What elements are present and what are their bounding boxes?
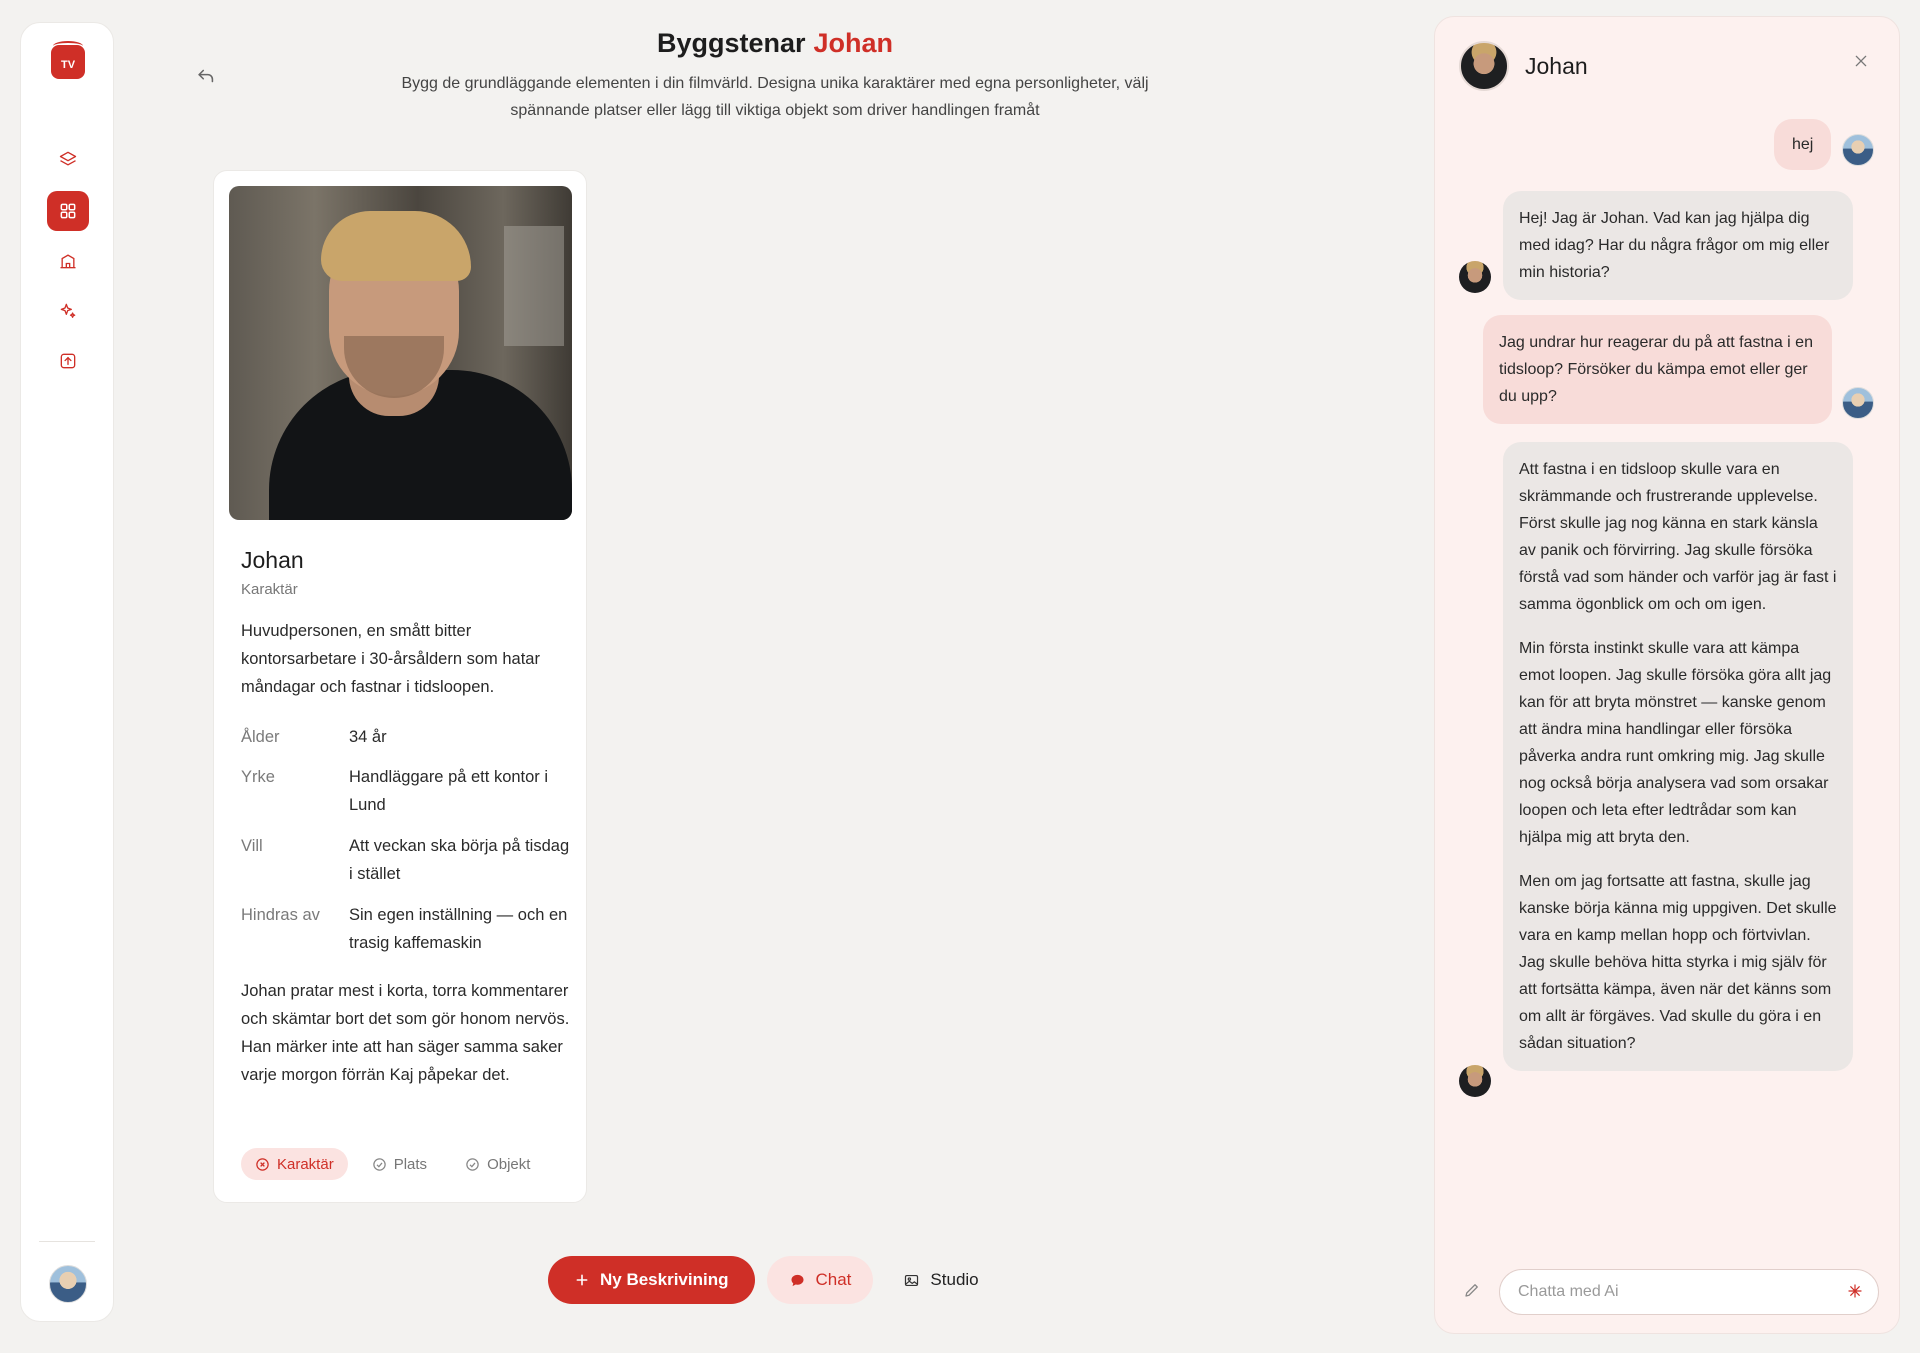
character-name: Johan	[241, 547, 304, 573]
attribute-row-obstacle: Hindras av Sin egen inställning — och en…	[241, 901, 571, 957]
attribute-value: Sin egen inställning — och en trasig kaf…	[349, 906, 568, 952]
chat-panel: Johan hej Hej! Jag är Johan. Vad kan jag…	[1434, 16, 1900, 1334]
message-paragraph: Men om jag fortsatte att fastna, skulle …	[1519, 873, 1837, 1052]
bot-avatar-small	[1459, 261, 1491, 293]
user-avatar-small	[1842, 387, 1874, 419]
back-button[interactable]	[192, 62, 220, 90]
message-paragraph: Hej! Jag är Johan. Vad kan jag hjälpa di…	[1519, 210, 1830, 281]
character-description: Huvudpersonen, en smått bitter kontorsar…	[241, 622, 540, 696]
new-description-label: Ny Beskrivining	[600, 1270, 729, 1289]
attribute-value: 34 år	[349, 728, 387, 746]
close-circle-icon	[256, 1157, 269, 1171]
tag-character[interactable]: Karaktär	[241, 1148, 348, 1180]
tag-label: Karaktär	[277, 1155, 334, 1173]
sidebar-item-places[interactable]	[47, 241, 89, 281]
page-title-main: Byggstenar	[656, 28, 806, 58]
attribute-label: Yrke	[241, 768, 275, 786]
check-circle-icon	[466, 1157, 479, 1171]
app-logo[interactable]: TV	[51, 41, 85, 79]
chat-button[interactable]: Chat	[766, 1256, 874, 1304]
page-subtitle: Bygg de grundläggande elementen i din fi…	[401, 75, 1149, 119]
chat-title: Johan	[1525, 53, 1588, 79]
character-card[interactable]: Johan Karaktär Huvudpersonen, en smått b…	[213, 170, 587, 1203]
chat-composer	[1455, 1269, 1879, 1317]
building-icon	[60, 254, 76, 269]
asterisk-sparkle-icon	[1848, 1284, 1862, 1298]
sidebar: TV	[20, 22, 114, 1322]
bot-message: Att fastna i en tidsloop skulle vara en …	[1503, 442, 1853, 1071]
layers-icon	[59, 151, 77, 166]
sparkles-icon	[60, 303, 76, 318]
attribute-label: Hindras av	[241, 906, 320, 924]
user-message: hej	[1774, 119, 1832, 170]
user-message: Jag undrar hur reagerar du på att fastna…	[1483, 315, 1832, 424]
tag-object[interactable]: Objekt	[451, 1148, 544, 1180]
tag-label: Objekt	[487, 1155, 531, 1173]
grid-icon	[60, 203, 76, 219]
attribute-row-wants: Vill Att veckan ska börja på tisdag i st…	[241, 832, 571, 888]
character-portrait	[229, 186, 572, 520]
message-text: Jag undrar hur reagerar du på att fastna…	[1499, 334, 1813, 405]
character-avatar	[1459, 41, 1509, 91]
sidebar-divider	[39, 1241, 95, 1242]
attribute-label: Ålder	[241, 728, 280, 746]
pencil-icon	[1465, 1284, 1478, 1297]
attribute-label: Vill	[241, 837, 263, 855]
chat-input[interactable]	[1499, 1269, 1879, 1315]
sidebar-item-building-blocks[interactable]	[47, 191, 89, 231]
bot-message: Hej! Jag är Johan. Vad kan jag hjälpa di…	[1503, 191, 1853, 300]
bot-avatar-small	[1459, 1065, 1491, 1097]
character-kind: Karaktär	[241, 581, 298, 598]
sidebar-item-ai[interactable]	[47, 291, 89, 331]
logo-text: TV	[60, 59, 76, 71]
new-description-button[interactable]: Ny Beskrivining	[548, 1256, 755, 1304]
category-tags: Karaktär Plats Objekt	[241, 1148, 544, 1180]
sidebar-item-layers[interactable]	[47, 139, 89, 179]
tag-label: Plats	[393, 1155, 428, 1173]
chat-button-label: Chat	[815, 1270, 852, 1289]
user-avatar[interactable]	[49, 1265, 87, 1303]
edit-button[interactable]	[1463, 1281, 1485, 1303]
attribute-value: Att veckan ska börja på tisdag i stället	[349, 837, 570, 883]
user-avatar-small	[1842, 134, 1874, 166]
tag-place[interactable]: Plats	[358, 1148, 441, 1180]
page-title: Byggstenar Johan	[360, 28, 1190, 59]
message-paragraph: Min första instinkt skulle vara att kämp…	[1519, 640, 1832, 846]
image-icon	[905, 1274, 919, 1286]
studio-button-label: Studio	[930, 1270, 979, 1289]
upload-icon	[60, 353, 76, 369]
sidebar-item-export[interactable]	[47, 341, 89, 381]
attribute-row-age: Ålder 34 år	[241, 723, 571, 751]
chat-bubble-icon	[790, 1274, 804, 1286]
studio-button[interactable]: Studio	[885, 1256, 996, 1304]
check-circle-icon	[372, 1157, 386, 1171]
plus-icon	[576, 1274, 588, 1286]
message-text: hej	[1792, 136, 1814, 153]
attribute-row-occupation: Yrke Handläggare på ett kontor i Lund	[241, 763, 571, 819]
attribute-value: Handläggare på ett kontor i Lund	[349, 768, 549, 814]
close-icon	[1855, 55, 1867, 67]
page-title-accent: Johan	[813, 28, 894, 58]
close-chat-button[interactable]	[1849, 49, 1873, 73]
bottom-actions: Ny Beskrivining Chat Studio	[548, 1256, 997, 1304]
undo-arrow-icon	[198, 69, 214, 83]
character-note: Johan pratar mest i korta, torra komment…	[241, 982, 570, 1084]
ai-send-button[interactable]	[1845, 1281, 1865, 1301]
message-paragraph: Att fastna i en tidsloop skulle vara en …	[1519, 461, 1837, 613]
